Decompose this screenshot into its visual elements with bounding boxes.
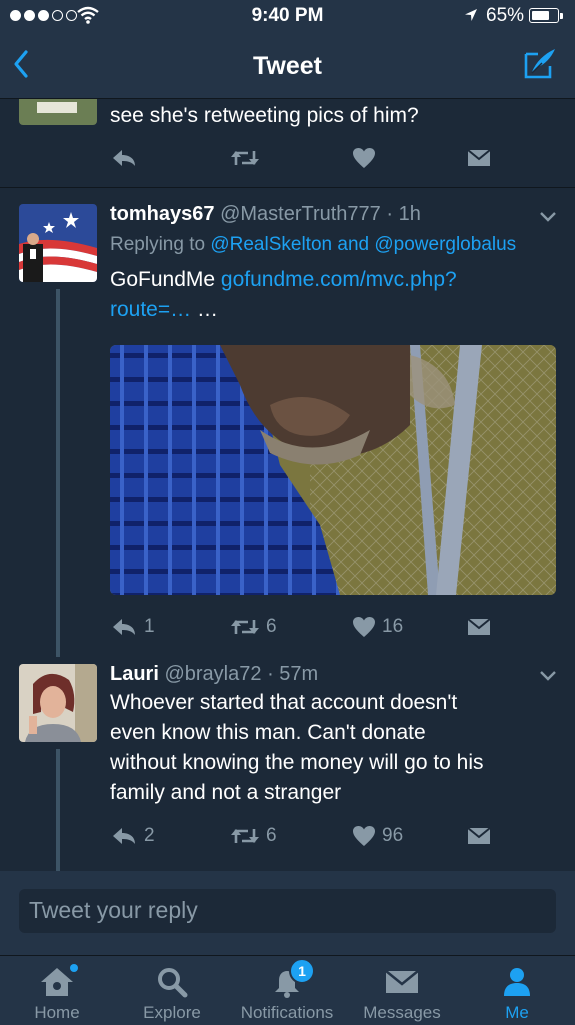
retweet-count: 6 [266,616,277,637]
person-icon [504,968,530,996]
mention-conjunction: and [337,234,370,255]
status-bar: 9:40 PM 65% [0,0,575,32]
like-count: 16 [382,616,404,637]
mention-link[interactable]: @RealSkelton [210,234,332,255]
reply-composer: Tweet your reply [0,871,575,955]
timestamp: 1h [398,203,421,225]
compose-tweet-icon [524,49,555,79]
replying-label: Replying to [110,234,206,255]
heart-icon [353,617,375,637]
reply-count: 1 [144,616,155,637]
tab-explore[interactable]: Explore [132,956,212,1025]
reply-icon [113,150,135,166]
tweet-text-line: even know this man. Can't donate [110,721,426,744]
tweet-text-line: Whoever started that account doesn't [110,691,458,714]
retweet-button[interactable]: 6 [230,825,352,847]
direct-message-button[interactable] [466,616,492,638]
tab-label: Notifications [240,1003,334,1022]
retweet-count: 6 [266,825,277,846]
reply-button[interactable] [110,147,230,169]
like-count: 96 [382,825,404,846]
retweet-button[interactable] [230,147,352,169]
direct-message-button[interactable] [466,825,492,847]
tweet-actions [110,147,492,169]
navigation-bar: Tweet [0,32,575,99]
reply-count: 2 [144,825,155,846]
timestamp: 57m [279,663,319,685]
separator: · [267,663,274,685]
reply-input[interactable]: Tweet your reply [19,889,556,933]
chevron-down-icon[interactable] [538,669,558,683]
reply-button[interactable]: 1 [110,616,230,638]
direct-message-button[interactable] [466,147,492,169]
like-button[interactable]: 16 [352,616,466,638]
chevron-down-icon[interactable] [538,210,558,224]
tweet-text-line: family and not a stranger [110,781,342,804]
separator: · [386,203,394,225]
tab-label: Messages [363,1003,441,1022]
retweet-icon [231,620,259,634]
location-arrow-icon [465,9,477,21]
tweet[interactable]: tomhays67 @MasterTruth777 · 1h Replying … [0,188,575,660]
heart-icon [353,826,375,846]
battery-icon [529,8,563,23]
envelope-icon [467,149,491,166]
tweet-text: GoFundMe gofundme.com/mvc.php? route=… … [110,265,560,325]
mention-link[interactable]: @powerglobalus [374,234,516,255]
tab-messages[interactable]: Messages [357,956,447,1025]
display-name[interactable]: tomhays67 [110,203,215,225]
tweet-link[interactable]: route=… [110,298,191,321]
reply-icon [113,828,135,844]
compose-tweet-button[interactable] [520,44,560,84]
retweet-icon [231,829,259,843]
user-handle[interactable]: @brayla72 [164,663,261,685]
tweet[interactable]: Lauri @brayla72 · 57m Whoever started th… [0,660,575,871]
envelope-icon [385,970,419,993]
heart-icon [353,148,375,168]
tweet-text-prefix: GoFundMe [110,268,216,291]
tweet-text: see she's retweeting pics of him? [110,104,419,127]
tweet-actions: 1 6 16 [110,616,492,638]
tab-me[interactable]: Me [482,956,552,1025]
conversation-thread: see she's retweeting pics of him? tomhay… [0,99,575,871]
envelope-icon [467,827,491,844]
notification-badge: 1 [289,958,315,984]
tweet-header: tomhays67 @MasterTruth777 · 1h [110,203,421,226]
avatar[interactable] [19,99,97,125]
tab-notifications[interactable]: 1 Notifications [232,956,342,1025]
display-name[interactable]: Lauri [110,663,159,685]
tab-label: Me [505,1003,529,1022]
tweet-link[interactable]: gofundme.com/mvc.php? [221,268,457,291]
avatar[interactable] [19,664,97,742]
tweet-header: Lauri @brayla72 · 57m [110,663,318,686]
new-content-indicator [70,964,78,972]
retweet-button[interactable]: 6 [230,616,352,638]
reply-icon [113,619,135,635]
tab-label: Explore [143,1003,201,1022]
reply-button[interactable]: 2 [110,825,230,847]
tweet-text-suffix: … [196,298,218,321]
tab-label: Home [34,1003,80,1022]
tweet-text: Whoever started that account doesn't eve… [110,688,560,808]
search-icon [158,968,188,998]
user-handle[interactable]: @MasterTruth777 [220,203,381,225]
avatar[interactable] [19,204,97,282]
media-photo[interactable] [110,345,556,595]
previous-tweet[interactable]: see she's retweeting pics of him? [0,99,575,188]
page-title: Tweet [253,52,322,80]
envelope-icon [467,618,491,635]
tab-bar: Home Explore 1 Notifications Messages Me [0,955,575,1025]
tweet-text-line: without knowing the money will go to his [110,751,484,774]
like-button[interactable] [352,147,466,169]
retweet-icon [231,151,259,165]
tab-home[interactable]: Home [17,956,97,1025]
tweet-actions: 2 6 96 [110,825,492,847]
replying-to: Replying to @RealSkelton and @powergloba… [110,234,516,256]
battery-percent: 65% [486,5,525,26]
like-button[interactable]: 96 [352,825,466,847]
